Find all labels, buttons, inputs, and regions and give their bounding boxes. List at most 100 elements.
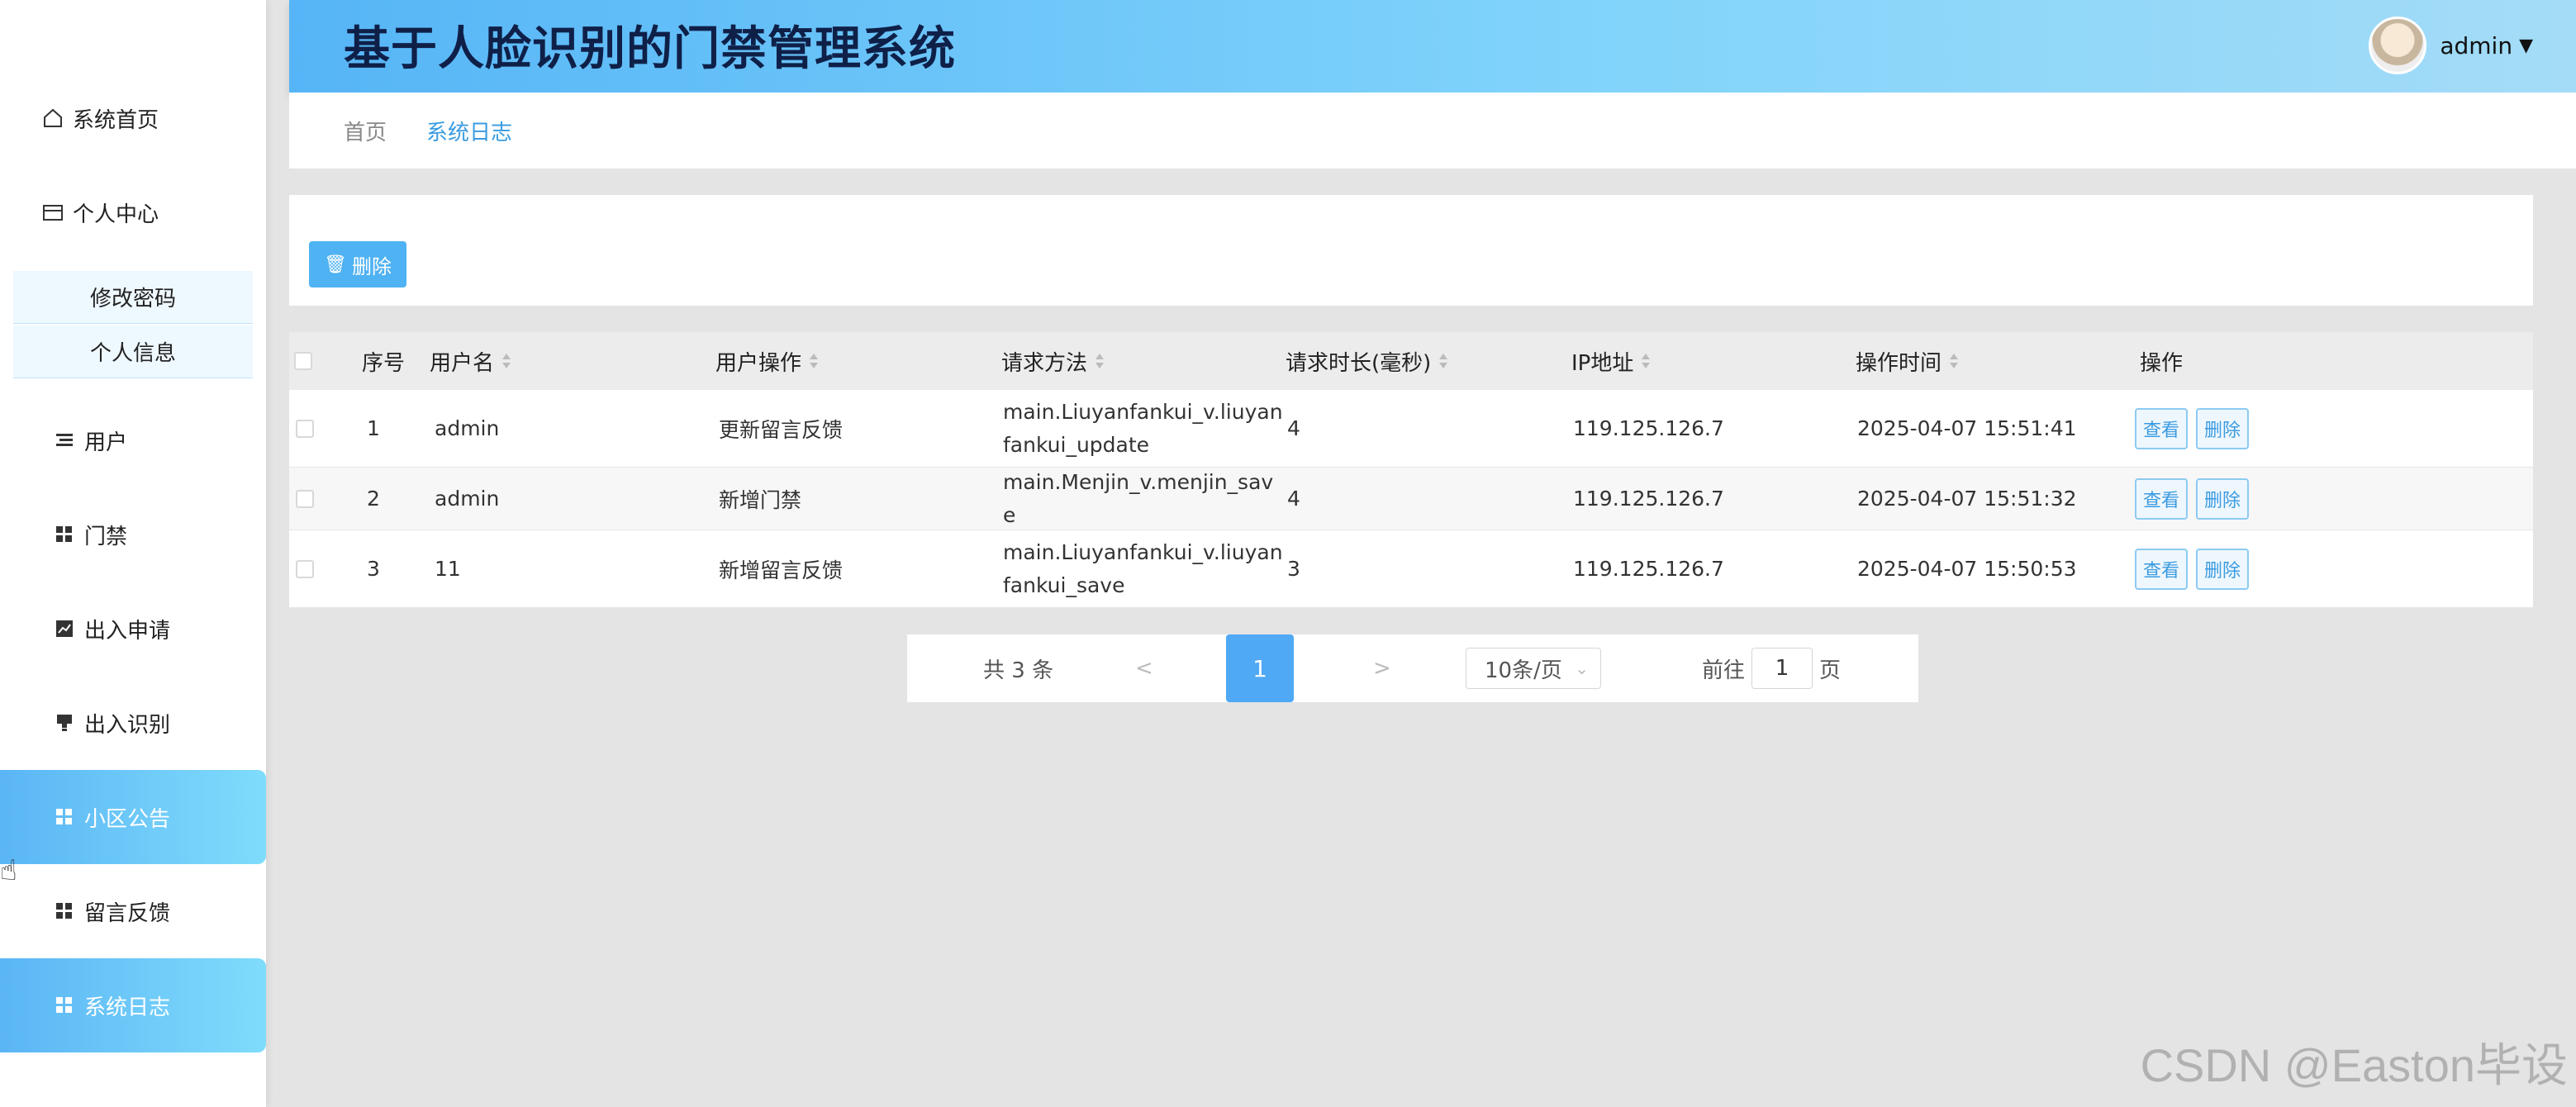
grid-icon — [53, 805, 76, 829]
sort-icon[interactable] — [1948, 352, 1960, 370]
sidebar-item-users[interactable]: 用户 — [0, 393, 266, 487]
sidebar-item-label: 系统日志 — [84, 995, 171, 1020]
row-checkbox[interactable] — [296, 468, 314, 530]
delete-button[interactable]: 删除 — [2196, 548, 2249, 590]
delete-button[interactable]: 删除 — [2196, 407, 2249, 449]
sort-icon[interactable] — [1094, 352, 1105, 370]
sidebar-item-label: 用户 — [84, 430, 128, 455]
sidebar-item-label: 门禁 — [84, 524, 128, 549]
page-size-value: 10条/页 — [1485, 658, 1562, 683]
col-operation[interactable]: 用户操作 — [715, 332, 820, 390]
cell-actions: 查看 删除 — [2135, 468, 2257, 530]
next-page-button[interactable]: > — [1373, 634, 1391, 702]
card-icon — [41, 201, 64, 224]
cell-username: 11 — [435, 557, 461, 581]
cell-time: 2025-04-07 15:51:41 — [1857, 416, 2077, 440]
sidebar-item-label: 出入识别 — [84, 712, 171, 738]
row-checkbox[interactable] — [296, 390, 314, 467]
table-row: 3 11 新增留言反馈 main.Liuyanfankui_v.liuyanfa… — [289, 530, 2533, 608]
view-button[interactable]: 查看 — [2135, 548, 2188, 590]
col-ip[interactable]: IP地址 — [1571, 332, 1652, 390]
home-icon — [41, 107, 64, 130]
col-time[interactable]: 操作时间 — [1856, 332, 1960, 390]
batch-delete-button[interactable]: 🗑 删除 — [309, 241, 406, 287]
sidebar-item-announcements[interactable]: 小区公告 — [0, 770, 266, 864]
stamp-icon — [53, 711, 76, 734]
jump-unit: 页 — [1819, 658, 1842, 683]
caret-down-icon[interactable]: ▼ — [2519, 36, 2533, 56]
jump-label: 前往 — [1702, 658, 1746, 683]
cell-index: 3 — [367, 557, 380, 581]
chart-icon — [53, 617, 76, 640]
view-button[interactable]: 查看 — [2135, 407, 2188, 449]
cell-time: 2025-04-07 15:51:32 — [1857, 487, 2077, 511]
col-actions: 操作 — [2140, 350, 2184, 376]
cell-method: main.Liuyanfankui_v.liuyanfankui_save — [1003, 539, 1283, 597]
page-size-select[interactable]: 10条/页 ⌄ — [1466, 648, 1601, 689]
view-button[interactable]: 查看 — [2135, 477, 2188, 520]
hand-cursor-icon: ☝ — [0, 854, 17, 887]
app-title: 基于人脸识别的门禁管理系统 — [344, 22, 956, 76]
user-name: admin — [2440, 31, 2513, 59]
cell-time: 2025-04-07 15:50:53 — [1857, 557, 2077, 581]
row-checkbox[interactable] — [296, 530, 314, 607]
watermark: CSDN @Easton毕设 — [2140, 1039, 2568, 1091]
prev-page-button[interactable]: < — [1135, 634, 1153, 702]
cell-method: main.Menjin_v.menjin_save — [1003, 469, 1274, 527]
sidebar-item-feedback[interactable]: 留言反馈 — [0, 864, 266, 958]
grid-icon — [53, 994, 76, 1017]
pagination-total: 共 3 条 — [983, 658, 1054, 683]
col-duration[interactable]: 请求时长(毫秒) — [1286, 332, 1449, 390]
sort-icon[interactable] — [501, 352, 512, 370]
sidebar-item-system-log[interactable]: 系统日志 — [0, 958, 266, 1052]
trash-icon: 🗑 — [324, 254, 347, 275]
chevron-down-icon: ⌄ — [1575, 658, 1589, 678]
cell-ip: 119.125.126.7 — [1573, 416, 1724, 440]
breadcrumb-home[interactable]: 首页 — [344, 116, 387, 146]
sidebar-item-entry-application[interactable]: 出入申请 — [0, 582, 266, 676]
cell-username: admin — [435, 416, 500, 440]
sidebar-item-label: 小区公告 — [84, 806, 171, 832]
sort-icon[interactable] — [1640, 352, 1652, 370]
sidebar-item-entry-recognition[interactable]: 出入识别 — [0, 676, 266, 770]
sidebar-item-label: 个人中心 — [73, 202, 159, 227]
sidebar-subitem-change-password[interactable]: 修改密码 — [13, 271, 253, 324]
table-row: 2 admin 新增门禁 main.Menjin_v.menjin_save 4… — [289, 468, 2533, 530]
table-header: 序号 用户名 用户操作 请求方法 请求时长(毫秒) IP地址 操作时间 操作 — [289, 332, 2533, 390]
delete-button[interactable]: 删除 — [2196, 477, 2249, 520]
cell-duration: 4 — [1287, 416, 1300, 440]
grid-icon — [53, 523, 76, 546]
page-number-button[interactable]: 1 — [1226, 634, 1294, 702]
sidebar-item-access-control[interactable]: 门禁 — [0, 487, 266, 582]
cell-index: 1 — [367, 416, 380, 440]
jump-page-input[interactable] — [1751, 648, 1813, 689]
cell-operation: 新增留言反馈 — [719, 558, 844, 582]
cell-username: admin — [435, 487, 500, 511]
col-method[interactable]: 请求方法 — [1001, 332, 1105, 390]
cell-operation: 新增门禁 — [719, 487, 802, 512]
avatar[interactable] — [2369, 17, 2427, 74]
col-index: 序号 — [362, 350, 406, 376]
sidebar-item-home[interactable]: 系统首页 — [0, 71, 266, 165]
cell-duration: 3 — [1287, 557, 1300, 581]
breadcrumb: 首页 系统日志 — [289, 93, 2576, 169]
cell-index: 2 — [367, 487, 380, 511]
sidebar-item-personal-center[interactable]: 个人中心 — [0, 165, 266, 259]
breadcrumb-current: 系统日志 — [426, 120, 513, 145]
batch-delete-label: 删除 — [351, 254, 392, 278]
sidebar-subitem-profile[interactable]: 个人信息 — [13, 325, 253, 378]
cell-method: main.Liuyanfankui_v.liuyanfankui_update — [1003, 399, 1283, 457]
grid-icon — [53, 900, 76, 923]
sidebar-item-label: 留言反馈 — [84, 900, 171, 926]
sort-icon[interactable] — [808, 352, 820, 370]
sort-icon[interactable] — [1438, 352, 1449, 370]
pagination: 共 3 条 < 1 > 10条/页 ⌄ 前往 页 — [907, 634, 1918, 702]
cell-operation: 更新留言反馈 — [719, 417, 844, 442]
table-row: 1 admin 更新留言反馈 main.Liuyanfankui_v.liuya… — [289, 390, 2533, 468]
log-table: 序号 用户名 用户操作 请求方法 请求时长(毫秒) IP地址 操作时间 操作 1… — [289, 332, 2533, 608]
col-username[interactable]: 用户名 — [430, 332, 512, 390]
toolbar-panel: 🗑 删除 — [289, 195, 2533, 306]
list-icon — [53, 429, 76, 452]
user-menu[interactable]: admin ▼ — [2369, 17, 2533, 74]
select-all-checkbox[interactable] — [294, 332, 312, 390]
